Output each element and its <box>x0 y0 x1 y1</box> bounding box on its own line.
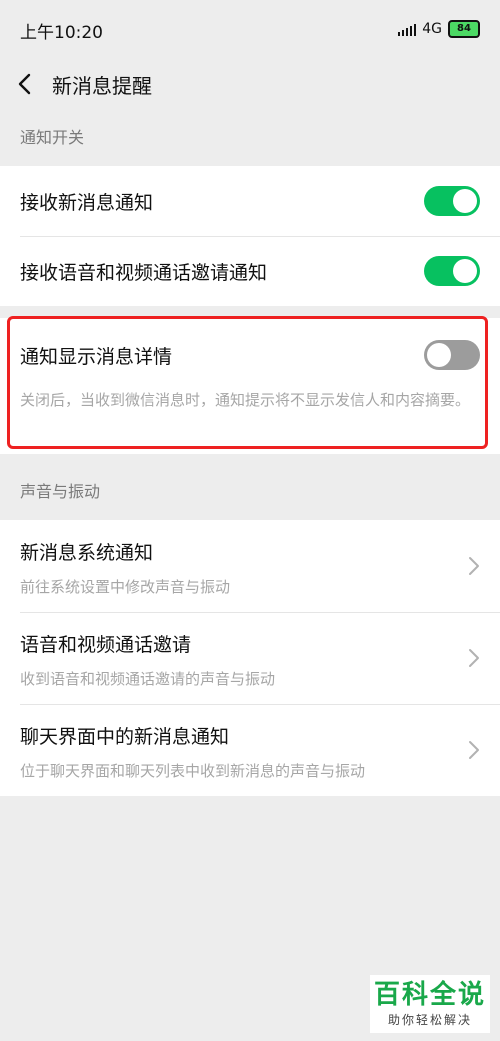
receive-new-message-toggle[interactable] <box>424 186 480 216</box>
receive-call-invite-toggle[interactable] <box>424 256 480 286</box>
page-title: 新消息提醒 <box>52 74 152 98</box>
chat-new-message-row[interactable]: 聊天界面中的新消息通知 位于聊天界面和聊天列表中收到新消息的声音与振动 <box>0 704 500 796</box>
chevron-right-icon <box>469 557 479 575</box>
signal-icon <box>398 22 417 36</box>
message-detail-group: 通知显示消息详情 关闭后，当收到微信消息时，通知提示将不显示发信人和内容摘要。 <box>0 318 500 454</box>
chevron-right-icon <box>469 649 479 667</box>
row-label: 通知显示消息详情 <box>20 346 173 368</box>
status-time: 上午10:20 <box>20 23 103 43</box>
row-label: 接收语音和视频通话邀请通知 <box>20 262 268 284</box>
receive-new-message-row: 接收新消息通知 <box>0 166 500 236</box>
chevron-left-icon[interactable] <box>14 70 40 98</box>
row-label: 聊天界面中的新消息通知 <box>20 726 230 748</box>
row-label: 接收新消息通知 <box>20 192 154 214</box>
notification-switch-group: 接收新消息通知 接收语音和视频通话邀请通知 <box>0 166 500 306</box>
system-notification-row[interactable]: 新消息系统通知 前往系统设置中修改声音与振动 <box>0 520 500 612</box>
section-header-notification: 通知开关 <box>20 128 85 147</box>
watermark-logo: 百科全说 助你轻松解决 <box>370 975 490 1033</box>
message-detail-description: 关闭后，当收到微信消息时，通知提示将不显示发信人和内容摘要。 <box>20 391 471 409</box>
chevron-right-icon <box>469 741 479 759</box>
network-type: 4G <box>422 21 442 37</box>
sound-vibration-group: 新消息系统通知 前往系统设置中修改声音与振动 语音和视频通话邀请 收到语音和视频… <box>0 520 500 796</box>
status-bar: 上午10:20 4G 84 <box>0 0 500 58</box>
battery-icon: 84 <box>448 20 480 38</box>
row-subtitle: 前往系统设置中修改声音与振动 <box>20 578 231 596</box>
row-subtitle: 位于聊天界面和聊天列表中收到新消息的声音与振动 <box>20 762 366 780</box>
row-subtitle: 收到语音和视频通话邀请的声音与振动 <box>20 670 276 688</box>
message-detail-toggle[interactable] <box>424 340 480 370</box>
status-indicators: 4G 84 <box>398 20 480 38</box>
call-invite-sound-row[interactable]: 语音和视频通话邀请 收到语音和视频通话邀请的声音与振动 <box>0 612 500 704</box>
message-detail-row: 通知显示消息详情 关闭后，当收到微信消息时，通知提示将不显示发信人和内容摘要。 <box>0 318 500 454</box>
section-header-sound: 声音与振动 <box>20 482 101 501</box>
watermark-main: 百科全说 <box>373 980 486 1010</box>
receive-call-invite-row: 接收语音和视频通话邀请通知 <box>0 236 500 306</box>
row-label: 新消息系统通知 <box>20 542 154 564</box>
watermark-sub: 助你轻松解决 <box>387 1013 472 1027</box>
nav-bar: 新消息提醒 <box>0 58 500 110</box>
row-label: 语音和视频通话邀请 <box>20 634 192 656</box>
